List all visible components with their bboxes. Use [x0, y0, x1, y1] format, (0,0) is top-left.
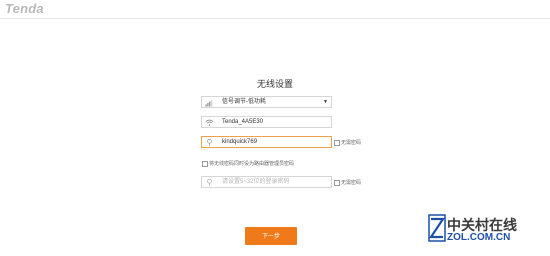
chevron-down-icon: ▼ — [323, 99, 328, 105]
signal-mode-value: 信号调节-低功耗 — [222, 99, 266, 105]
zol-logo-icon — [428, 214, 446, 242]
sync-admin-password-label: 将无线密码同时设为路由器管理员密码 — [209, 161, 295, 167]
wifi-no-password-label: 无需密码 — [341, 140, 362, 146]
wifi-icon — [205, 119, 214, 126]
wifi-no-password-option[interactable]: 无需密码 — [334, 139, 361, 146]
sync-admin-password-option[interactable]: 将无线密码同时设为路由器管理员密码 — [202, 160, 294, 167]
signal-mode-select[interactable]: 信号调节-低功耗 ▼ — [201, 96, 332, 108]
next-button[interactable]: 下一步 — [245, 227, 297, 245]
admin-no-password-option[interactable]: 无需密码 — [334, 179, 361, 186]
admin-password-placeholder: 请设置5~32位的登录密码 — [222, 179, 290, 185]
wifi-no-password-checkbox[interactable] — [334, 139, 340, 146]
wifi-password-input[interactable]: kindquick769 — [201, 136, 332, 148]
tenda-logo: Tenda — [5, 1, 44, 16]
admin-no-password-checkbox[interactable] — [334, 179, 340, 186]
ssid-value: Tenda_4A5E30 — [222, 119, 264, 125]
lock-icon — [207, 178, 212, 187]
admin-password-input[interactable]: 请设置5~32位的登录密码 — [201, 176, 332, 188]
page-title: 无线设置 — [256, 79, 293, 89]
sync-admin-password-checkbox[interactable] — [202, 160, 208, 167]
zol-watermark: 中关村在线 ZOL.COM.CN — [427, 213, 547, 247]
lock-icon — [207, 138, 212, 147]
admin-no-password-label: 无需密码 — [341, 180, 362, 186]
signal-bars-icon — [205, 100, 213, 107]
wifi-password-value: kindquick769 — [222, 139, 258, 145]
ssid-input[interactable]: Tenda_4A5E30 — [201, 116, 332, 128]
watermark-url: ZOL.COM.CN — [447, 232, 511, 243]
top-bar: Tenda — [0, 0, 550, 19]
